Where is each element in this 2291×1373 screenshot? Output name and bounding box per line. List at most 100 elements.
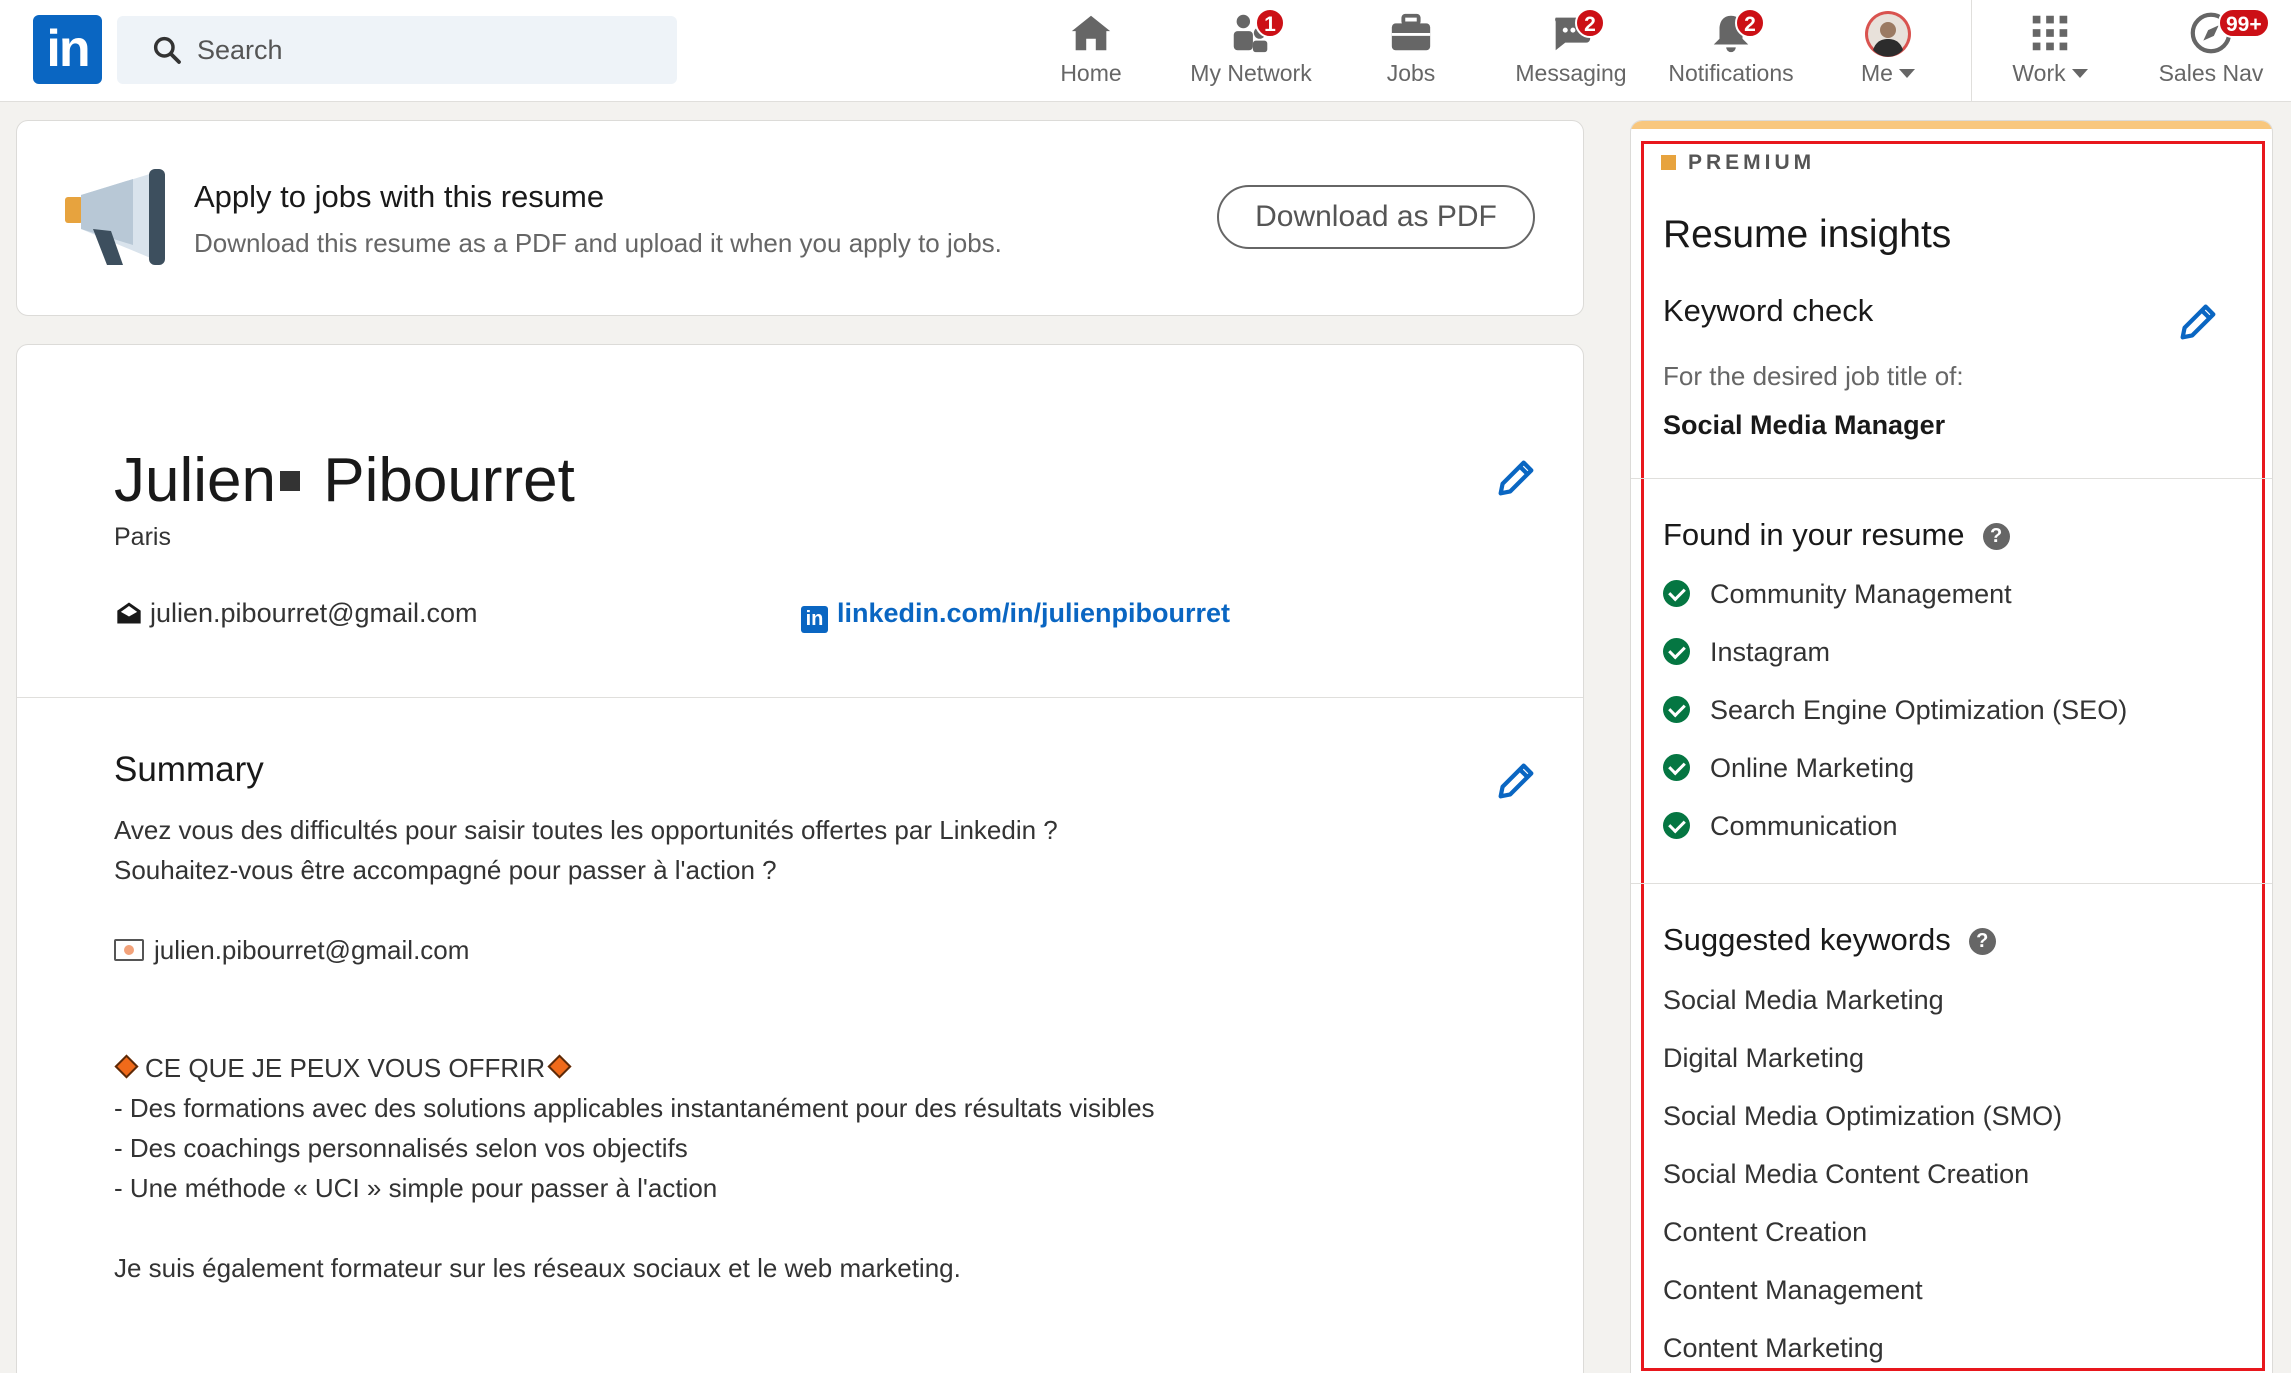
summary-line: - Des coachings personnalisés selon vos … [114,1133,688,1163]
check-circle-icon [1663,696,1690,723]
profile-name: Julien Pibourret [114,445,575,516]
found-keyword-text: Community Management [1710,579,2012,609]
apply-title: Apply to jobs with this resume [194,179,605,214]
apply-with-resume-card: Apply to jobs with this resume Download … [16,120,1584,316]
summary-line: - Des formations avec des solutions appl… [114,1093,1155,1123]
search-box[interactable] [117,16,677,84]
avatar [1865,11,1911,57]
nav-jobs-label: Jobs [1386,60,1436,86]
edit-header-pencil-icon[interactable] [1493,455,1539,501]
contact-email[interactable]: julien.pibourret@gmail.com [114,598,478,629]
found-keyword: Search Engine Optimization (SEO) [1663,695,2127,726]
summary-email: julien.pibourret@gmail.com [154,935,470,965]
suggested-keyword: Social Media Marketing [1663,985,1944,1015]
search-input[interactable] [197,16,657,84]
sales-nav-badge: 99+ [2218,8,2270,38]
suggested-keyword: Content Creation [1663,1217,1868,1247]
section-divider [17,697,1583,698]
suggested-title-text: Suggested keywords [1663,922,1951,957]
suggested-keyword: Digital Marketing [1663,1043,1865,1073]
home-icon [1071,15,1111,51]
check-circle-icon [1663,812,1690,839]
check-circle-icon [1663,638,1690,665]
nav-jobs[interactable]: Jobs [1331,0,1491,102]
found-title-text: Found in your resume [1663,517,1965,552]
nav-sales-nav[interactable]: 99+ Sales Nav [2131,0,2291,102]
nav-messaging[interactable]: 2 Messaging [1491,0,1651,102]
name-square-glyph [280,471,300,491]
megaphone-icon [65,169,165,265]
resume-card: Julien Pibourret Paris julien.pibourret@… [16,344,1584,1373]
nav-my-network-label: My Network [1190,60,1312,86]
check-circle-icon [1663,580,1690,607]
nav-me-label: Me [1808,60,1968,87]
premium-label: PREMIUM [1661,151,1815,175]
edit-keyword-pencil-icon[interactable] [2175,299,2221,345]
nav-work[interactable]: Work [1970,0,2130,102]
linkedin-profile-link[interactable]: in linkedin.com/in/julienpibourret [801,598,1230,633]
envelope-icon [117,602,141,624]
resume-insights-panel: PREMIUM Resume insights Keyword check Fo… [1630,120,2273,1373]
location: Paris [114,523,171,551]
nav-me[interactable]: Me [1808,0,1968,102]
suggested-keyword: Content Management [1663,1275,1923,1305]
last-name: Pibourret [323,446,575,515]
desired-job-label: For the desired job title of: [1663,361,1964,391]
found-keyword: Online Marketing [1663,753,1914,784]
summary-line: Avez vous des difficultés pour saisir to… [114,815,1058,845]
grid-icon [2032,15,2068,51]
nav-notifications-label: Notifications [1668,60,1794,86]
found-keyword-text: Instagram [1710,637,1831,667]
premium-icon [1661,155,1676,170]
suggested-section-title: Suggested keywords? [1663,922,1996,958]
orange-diamond-icon [114,1054,139,1079]
nav-home[interactable]: Home [1011,0,1171,102]
insights-title: Resume insights [1663,213,1952,256]
search-icon [153,36,181,64]
nav-home-label: Home [1060,60,1122,86]
nav-notifications[interactable]: 2 Notifications [1651,0,1811,102]
keyword-check-title: Keyword check [1663,293,1874,328]
found-section-title: Found in your resume? [1663,517,2010,553]
nav-sales-nav-label: Sales Nav [2158,60,2264,86]
suggested-keyword: Social Media Optimization (SMO) [1663,1101,2063,1131]
premium-accent-bar [1631,121,2272,129]
email-text: julien.pibourret@gmail.com [150,598,478,628]
messaging-badge: 2 [1575,8,1605,38]
download-pdf-button[interactable]: Download as PDF [1217,185,1535,249]
offer-heading-text: CE QUE JE PEUX VOUS OFFRIR [145,1053,546,1083]
nav-my-network[interactable]: 1 My Network [1171,0,1331,102]
desired-job-title: Social Media Manager [1663,410,1946,440]
found-keyword: Communication [1663,811,1898,842]
notifications-badge: 2 [1735,8,1765,38]
network-badge: 1 [1255,8,1285,38]
summary-title: Summary [114,750,264,789]
check-circle-icon [1663,754,1690,781]
nav-me-text: Me [1861,60,1893,86]
chevron-down-icon [2071,69,2088,78]
summary-line: - Une méthode « UCI » simple pour passer… [114,1173,718,1203]
suggested-keyword: Content Marketing [1663,1333,1884,1363]
first-name: Julien [114,446,276,515]
linkedin-logo-icon[interactable]: in [33,15,102,84]
top-navigation-bar: in Home 1 My Network Jobs [0,0,2291,102]
found-keyword: Community Management [1663,579,2012,610]
linkedin-url: linkedin.com/in/julienpibourret [837,598,1231,628]
briefcase-icon [1391,13,1431,51]
suggested-keyword: Social Media Content Creation [1663,1159,2030,1189]
found-keyword-text: Search Engine Optimization (SEO) [1710,695,2128,725]
section-divider [1631,478,2272,479]
help-icon[interactable]: ? [1968,928,1996,955]
premium-text: PREMIUM [1688,151,1816,174]
linkedin-icon: in [801,606,828,633]
summary-line: Souhaitez-vous être accompagné pour pass… [114,855,777,885]
mail-icon [114,939,144,961]
found-keyword: Instagram [1663,637,1830,668]
summary-offer-heading: CE QUE JE PEUX VOUS OFFRIR [114,1053,578,1084]
found-keyword-text: Online Marketing [1710,753,1915,783]
chevron-down-icon [1898,69,1915,78]
found-keyword-text: Communication [1710,811,1898,841]
help-icon[interactable]: ? [1982,523,2010,550]
edit-summary-pencil-icon[interactable] [1493,758,1539,804]
summary-line: Je suis également formateur sur les rése… [114,1253,961,1283]
